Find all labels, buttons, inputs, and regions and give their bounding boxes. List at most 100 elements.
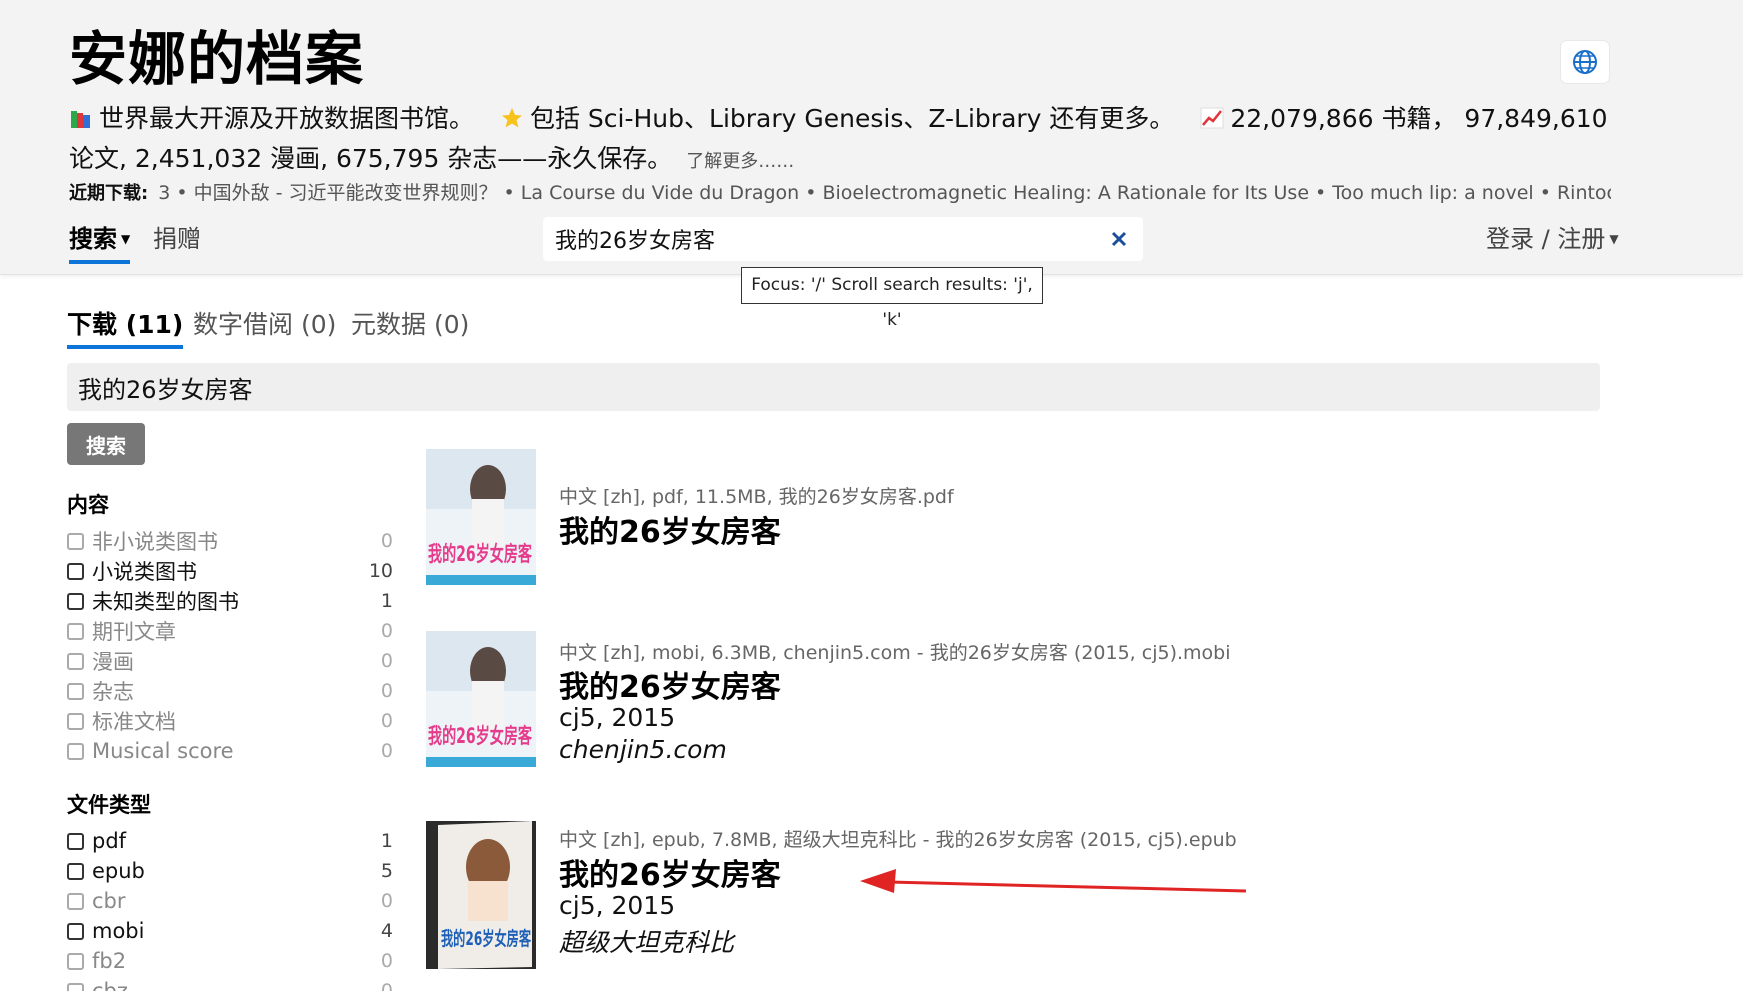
recent-downloads-label: 近期下载: xyxy=(69,183,149,204)
checkbox[interactable] xyxy=(67,682,84,700)
checkbox[interactable] xyxy=(67,652,84,670)
checkbox[interactable] xyxy=(67,892,84,910)
checkbox[interactable] xyxy=(67,592,84,610)
filter-label: 期刊文章 xyxy=(92,620,176,644)
checkbox[interactable] xyxy=(67,622,84,640)
filter-label: cbr xyxy=(92,889,126,913)
book-cover[interactable]: 我的26岁女房客 xyxy=(426,449,536,585)
filter-label: 漫画 xyxy=(92,650,134,674)
book-cover[interactable]: 我的26岁女房客 xyxy=(426,631,536,767)
red-arrow-annotation xyxy=(860,869,1247,893)
filter-count: 0 xyxy=(380,650,393,672)
nav-search-tab[interactable]: 搜索 ▼ xyxy=(69,222,131,264)
filter-filetype-cbz[interactable]: cbz 0 xyxy=(67,976,393,991)
filter-content-nonfiction[interactable]: 非小说类图书 0 xyxy=(67,526,393,556)
checkbox[interactable] xyxy=(67,712,84,730)
tab-digital-lending[interactable]: 数字借阅 (0) xyxy=(193,307,336,343)
checkbox[interactable] xyxy=(67,922,84,940)
checkbox[interactable] xyxy=(67,982,84,991)
checkbox[interactable] xyxy=(67,562,84,580)
query-input[interactable] xyxy=(78,363,1578,411)
books-icon xyxy=(69,103,93,140)
result-meta: 中文 [zh], epub, 7.8MB, 超级大坦克科比 - 我的26岁女房客… xyxy=(559,829,1237,851)
tagline: 世界最大开源及开放数据图书馆。 包括 Sci-Hub、Library Genes… xyxy=(69,100,1629,180)
filter-content-magazine[interactable]: 杂志 0 xyxy=(67,676,393,706)
filter-count: 0 xyxy=(380,620,393,642)
recent-downloads: 近期下载: 3 • 中国外敌 - 习近平能改变世界规则？ • La Course … xyxy=(69,180,1611,206)
site-title[interactable]: 安娜的档案 xyxy=(69,24,364,94)
filter-content-standards-document[interactable]: 标准文档 0 xyxy=(67,706,393,736)
filter-label: epub xyxy=(92,859,145,883)
filter-filetype-epub[interactable]: epub 5 xyxy=(67,856,393,886)
filetype-filter-heading: 文件类型 xyxy=(67,793,151,817)
filter-count: 0 xyxy=(380,710,393,732)
result-publisher-year: cj5, 2015 xyxy=(559,703,676,732)
filter-label: 杂志 xyxy=(92,680,134,704)
filter-count: 0 xyxy=(380,950,393,972)
recent-downloads-items[interactable]: 3 • 中国外敌 - 习近平能改变世界规则？ • La Course du Vi… xyxy=(158,182,1611,204)
filter-count: 0 xyxy=(380,530,393,552)
filter-content-musical-score[interactable]: Musical score 0 xyxy=(67,736,393,766)
filter-count: 1 xyxy=(380,590,393,612)
header-search-input[interactable] xyxy=(555,217,1095,261)
book-cover[interactable]: 我的26岁女房客 xyxy=(426,821,536,969)
content-filter-heading: 内容 xyxy=(67,493,109,517)
tagline-part1: 世界最大开源及开放数据图书馆。 xyxy=(99,104,475,133)
query-field xyxy=(67,363,1600,411)
search-result[interactable]: 我的26岁女房客 中文 [zh], pdf, 11.5MB, 我的26岁女房客.… xyxy=(426,449,1626,589)
chart-up-icon xyxy=(1200,103,1224,140)
checkbox[interactable] xyxy=(67,952,84,970)
filter-filetype-mobi[interactable]: mobi 4 xyxy=(67,916,393,946)
filter-filetype-cbr[interactable]: cbr 0 xyxy=(67,886,393,916)
tab-metadata[interactable]: 元数据 (0) xyxy=(351,307,469,343)
result-author: chenjin5.com xyxy=(559,735,727,764)
chevron-down-icon: ▼ xyxy=(1609,232,1619,246)
filter-content-journal-article[interactable]: 期刊文章 0 xyxy=(67,616,393,646)
filter-filetype-fb2[interactable]: fb2 0 xyxy=(67,946,393,976)
filter-count: 0 xyxy=(380,680,393,702)
filter-label: 未知类型的图书 xyxy=(92,590,239,614)
header-search-box xyxy=(543,217,1143,261)
result-title[interactable]: 我的26岁女房客 xyxy=(559,662,781,706)
close-icon xyxy=(1111,231,1127,247)
checkbox[interactable] xyxy=(67,832,84,850)
filter-content-comics[interactable]: 漫画 0 xyxy=(67,646,393,676)
search-button[interactable]: 搜索 xyxy=(67,423,145,465)
result-publisher-year: cj5, 2015 xyxy=(559,891,676,920)
filter-content-fiction[interactable]: 小说类图书 10 xyxy=(67,556,393,586)
keyboard-shortcut-tooltip: Focus: '/' Scroll search results: 'j', '… xyxy=(741,267,1043,330)
filter-count: 4 xyxy=(380,920,393,942)
filter-count: 1 xyxy=(380,830,393,852)
site-header: 安娜的档案 世界最大开源及开放数据图书馆。 包括 Sci-Hub、Library… xyxy=(0,0,1743,275)
chevron-down-icon: ▼ xyxy=(121,232,131,246)
globe-icon xyxy=(1573,50,1597,74)
tagline-part2: 包括 Sci-Hub、Library Genesis、Z-Library 还有更… xyxy=(529,104,1175,133)
result-meta: 中文 [zh], mobi, 6.3MB, chenjin5.com - 我的2… xyxy=(559,642,1231,664)
filter-label: pdf xyxy=(92,829,127,853)
filter-count: 0 xyxy=(380,980,393,991)
tab-downloads[interactable]: 下载 (11) xyxy=(67,307,184,349)
language-button[interactable] xyxy=(1561,41,1609,83)
filter-content-unknown-book[interactable]: 未知类型的图书 1 xyxy=(67,586,393,616)
result-title[interactable]: 我的26岁女房客 xyxy=(559,850,781,894)
filter-label: Musical score xyxy=(92,739,234,763)
clear-search-button[interactable] xyxy=(1107,227,1131,251)
checkbox[interactable] xyxy=(67,862,84,880)
filter-label: 标准文档 xyxy=(92,710,176,734)
cover-title-text: 我的26岁女房客 xyxy=(441,927,532,950)
nav-donate-link[interactable]: 捐赠 xyxy=(153,222,201,256)
cover-title-text: 我的26岁女房客 xyxy=(428,724,533,748)
checkbox[interactable] xyxy=(67,532,84,550)
result-author: 超级大坦克科比 xyxy=(559,928,735,957)
filter-label: 非小说类图书 xyxy=(92,530,218,554)
star-icon xyxy=(500,103,524,140)
result-meta: 中文 [zh], pdf, 11.5MB, 我的26岁女房客.pdf xyxy=(559,486,954,508)
filter-count: 0 xyxy=(380,740,393,762)
filter-filetype-pdf[interactable]: pdf 1 xyxy=(67,826,393,856)
search-result[interactable]: 我的26岁女房客 中文 [zh], mobi, 6.3MB, chenjin5.… xyxy=(426,631,1626,771)
result-title[interactable]: 我的26岁女房客 xyxy=(559,507,781,551)
checkbox[interactable] xyxy=(67,742,84,760)
login-register-link[interactable]: 登录 / 注册 ▼ xyxy=(1486,222,1619,256)
learn-more-link[interactable]: 了解更多…… xyxy=(686,151,794,172)
cover-title-text: 我的26岁女房客 xyxy=(428,542,533,566)
